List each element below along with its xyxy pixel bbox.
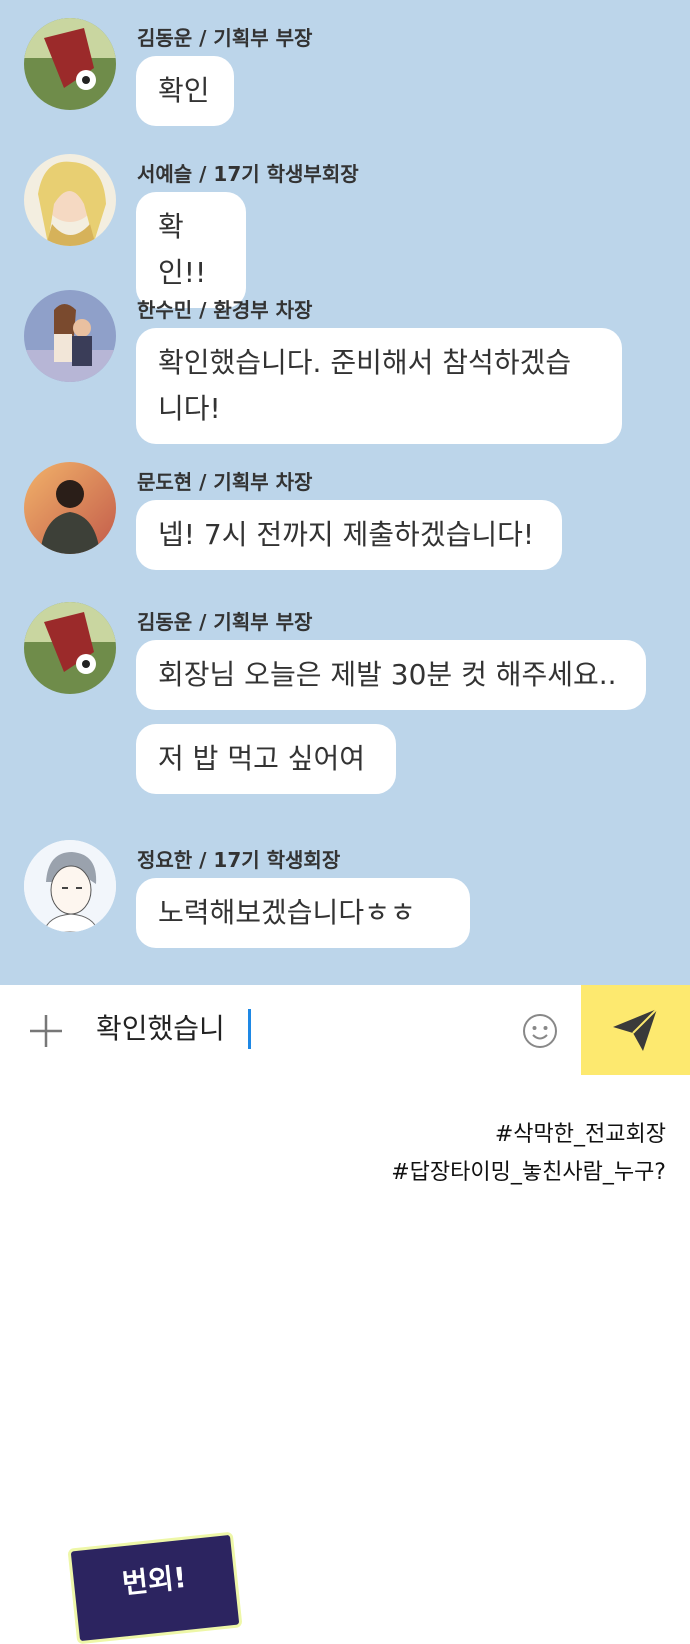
message-bubble[interactable]: 확인!!: [136, 192, 246, 308]
sender-name: 김동운 / 기획부 부장: [137, 26, 313, 50]
message-bubble[interactable]: 넵! 7시 전까지 제출하겠습니다!: [136, 500, 562, 570]
hashtags: #삭막한_전교회장 #답장타이밍_놓친사람_누구?: [391, 1116, 666, 1192]
avatar[interactable]: [24, 18, 116, 110]
message-bubble[interactable]: 노력해보겠습니다ㅎㅎ: [136, 878, 470, 948]
avatar[interactable]: [24, 462, 116, 554]
sender-name: 김동운 / 기획부 부장: [137, 610, 313, 634]
plus-icon[interactable]: [28, 1013, 64, 1049]
sender-name: 한수민 / 환경부 차장: [137, 298, 313, 322]
avatar[interactable]: [24, 840, 116, 932]
sender-name: 문도현 / 기획부 차장: [137, 470, 313, 494]
send-icon: [613, 1008, 658, 1051]
avatar[interactable]: [24, 154, 116, 246]
send-button[interactable]: [581, 985, 690, 1075]
hashtag: #답장타이밍_놓친사람_누구?: [391, 1160, 666, 1185]
text-caret: [248, 1009, 251, 1049]
sender-name: 정요한 / 17기 학생회장: [137, 848, 341, 872]
message-input-bar: 확인했습니: [0, 985, 690, 1075]
message-bubble[interactable]: 회장님 오늘은 제발 30분 컷 해주세요..: [136, 640, 646, 710]
message-bubble[interactable]: 저 밥 먹고 싶어여: [136, 724, 396, 794]
avatar[interactable]: [24, 602, 116, 694]
sender-name: 서예슬 / 17기 학생부회장: [137, 162, 359, 186]
avatar[interactable]: [24, 290, 116, 382]
chat-area[interactable]: 김동운 / 기획부 부장 확인 서예슬 / 17기 학생부회장 확인!! 한수민…: [0, 0, 690, 985]
hashtag: #삭막한_전교회장: [494, 1122, 666, 1147]
message-bubble[interactable]: 확인했습니다. 준비해서 참석하겠습 니다!: [136, 328, 622, 444]
message-bubble[interactable]: 확인: [136, 56, 234, 126]
bonus-sticker: 번외!: [67, 1531, 243, 1644]
emoji-icon[interactable]: [522, 1013, 558, 1049]
message-input[interactable]: 확인했습니: [96, 1007, 225, 1047]
